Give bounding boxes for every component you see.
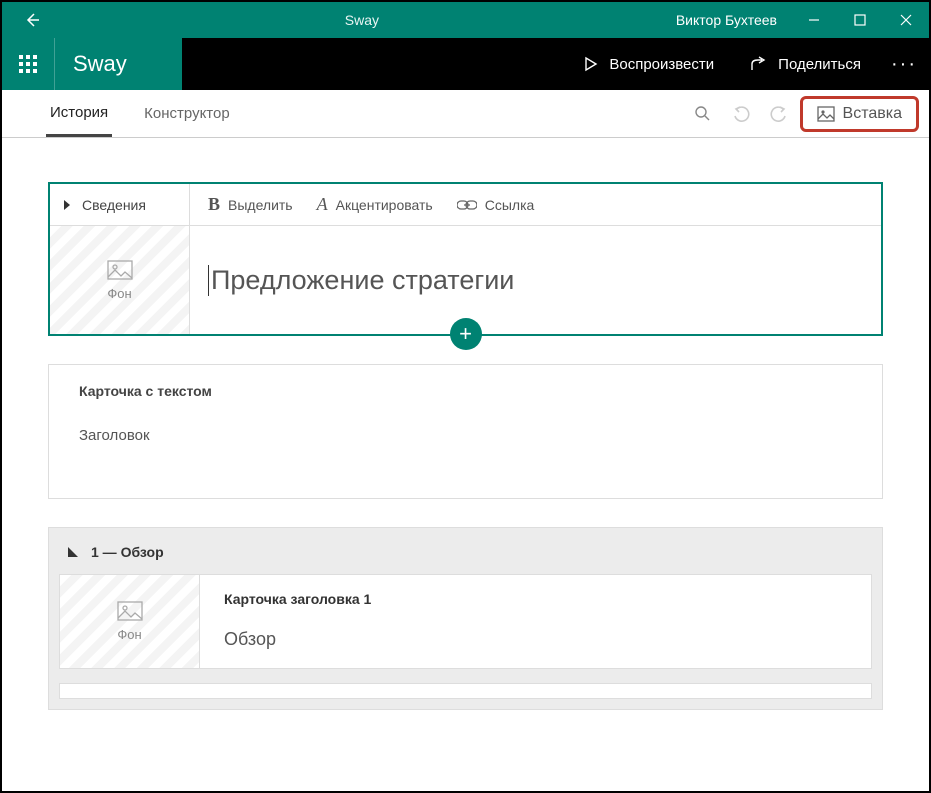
tabsbar: История Конструктор Вставка	[2, 90, 929, 138]
section-background-picker[interactable]: Фон	[60, 575, 200, 668]
section-card[interactable]: 1 — Обзор Фон Карточка заголовка 1 Обзор	[48, 527, 883, 710]
bold-icon: B	[208, 194, 220, 215]
text-card-label: Карточка с текстом	[79, 383, 858, 399]
redo-button[interactable]	[762, 97, 796, 131]
background-picker[interactable]: Фон	[50, 226, 189, 334]
heading-card-title[interactable]: Обзор	[224, 629, 847, 650]
link-button[interactable]: Ссылка	[457, 197, 535, 213]
accent-label: Акцентировать	[336, 197, 433, 213]
search-button[interactable]	[686, 97, 720, 131]
image-icon	[117, 601, 143, 621]
bold-label: Выделить	[228, 197, 293, 213]
background-label: Фон	[107, 286, 131, 301]
bold-button[interactable]: B Выделить	[208, 194, 293, 215]
storyline-canvas[interactable]: Сведения Фон B Выделить A	[4, 138, 927, 789]
app-launcher-button[interactable]	[2, 38, 54, 90]
window-title: Sway	[62, 12, 662, 28]
text-card-heading[interactable]: Заголовок	[79, 427, 858, 444]
title-input[interactable]: Предложение стратегии	[190, 226, 881, 334]
section-title: 1 — Обзор	[91, 544, 164, 560]
title-text: Предложение стратегии	[208, 265, 514, 296]
insert-button[interactable]: Вставка	[807, 101, 912, 127]
play-button[interactable]: Воспроизвести	[565, 38, 732, 90]
heading-card[interactable]: Фон Карточка заголовка 1 Обзор	[59, 574, 872, 669]
chevron-right-icon	[62, 199, 72, 211]
link-icon	[457, 199, 477, 211]
insert-highlight: Вставка	[800, 96, 919, 132]
image-icon	[107, 260, 133, 280]
image-icon	[817, 106, 835, 122]
appbar-actions: Воспроизвести Поделиться ···	[565, 38, 929, 90]
share-label: Поделиться	[778, 56, 861, 73]
title-card-toolbar: B Выделить A Акцентировать Ссылка	[190, 184, 881, 226]
heading-card-label: Карточка заголовка 1	[224, 591, 847, 607]
section-background-label: Фон	[117, 627, 141, 642]
more-button[interactable]: ···	[879, 53, 929, 76]
play-label: Воспроизвести	[609, 56, 714, 73]
app-name: Sway	[54, 38, 182, 90]
title-card[interactable]: Сведения Фон B Выделить A	[48, 182, 883, 336]
accent-icon: A	[317, 194, 328, 215]
tab-designer[interactable]: Конструктор	[140, 90, 234, 137]
titlebar: Sway Виктор Бухтеев	[2, 2, 929, 38]
back-button[interactable]	[2, 12, 62, 28]
details-toggle[interactable]: Сведения	[50, 184, 189, 226]
share-button[interactable]: Поделиться	[732, 38, 879, 90]
share-icon	[750, 56, 768, 72]
play-icon	[583, 56, 599, 72]
appbar-spacer	[182, 38, 565, 90]
text-card[interactable]: Карточка с текстом Заголовок	[48, 364, 883, 499]
add-card-button[interactable]: +	[450, 318, 482, 350]
section-header[interactable]: 1 — Обзор	[59, 538, 872, 574]
user-name[interactable]: Виктор Бухтеев	[662, 12, 791, 28]
collapse-icon	[67, 546, 79, 558]
undo-button[interactable]	[724, 97, 758, 131]
minimize-button[interactable]	[791, 2, 837, 38]
appbar: Sway Воспроизвести Поделиться ···	[2, 38, 929, 90]
tab-story[interactable]: История	[46, 90, 112, 137]
details-label: Сведения	[82, 197, 146, 213]
maximize-button[interactable]	[837, 2, 883, 38]
next-card-stub	[59, 683, 872, 699]
accent-button[interactable]: A Акцентировать	[317, 194, 433, 215]
link-label: Ссылка	[485, 197, 535, 213]
insert-label: Вставка	[843, 105, 902, 123]
close-button[interactable]	[883, 2, 929, 38]
